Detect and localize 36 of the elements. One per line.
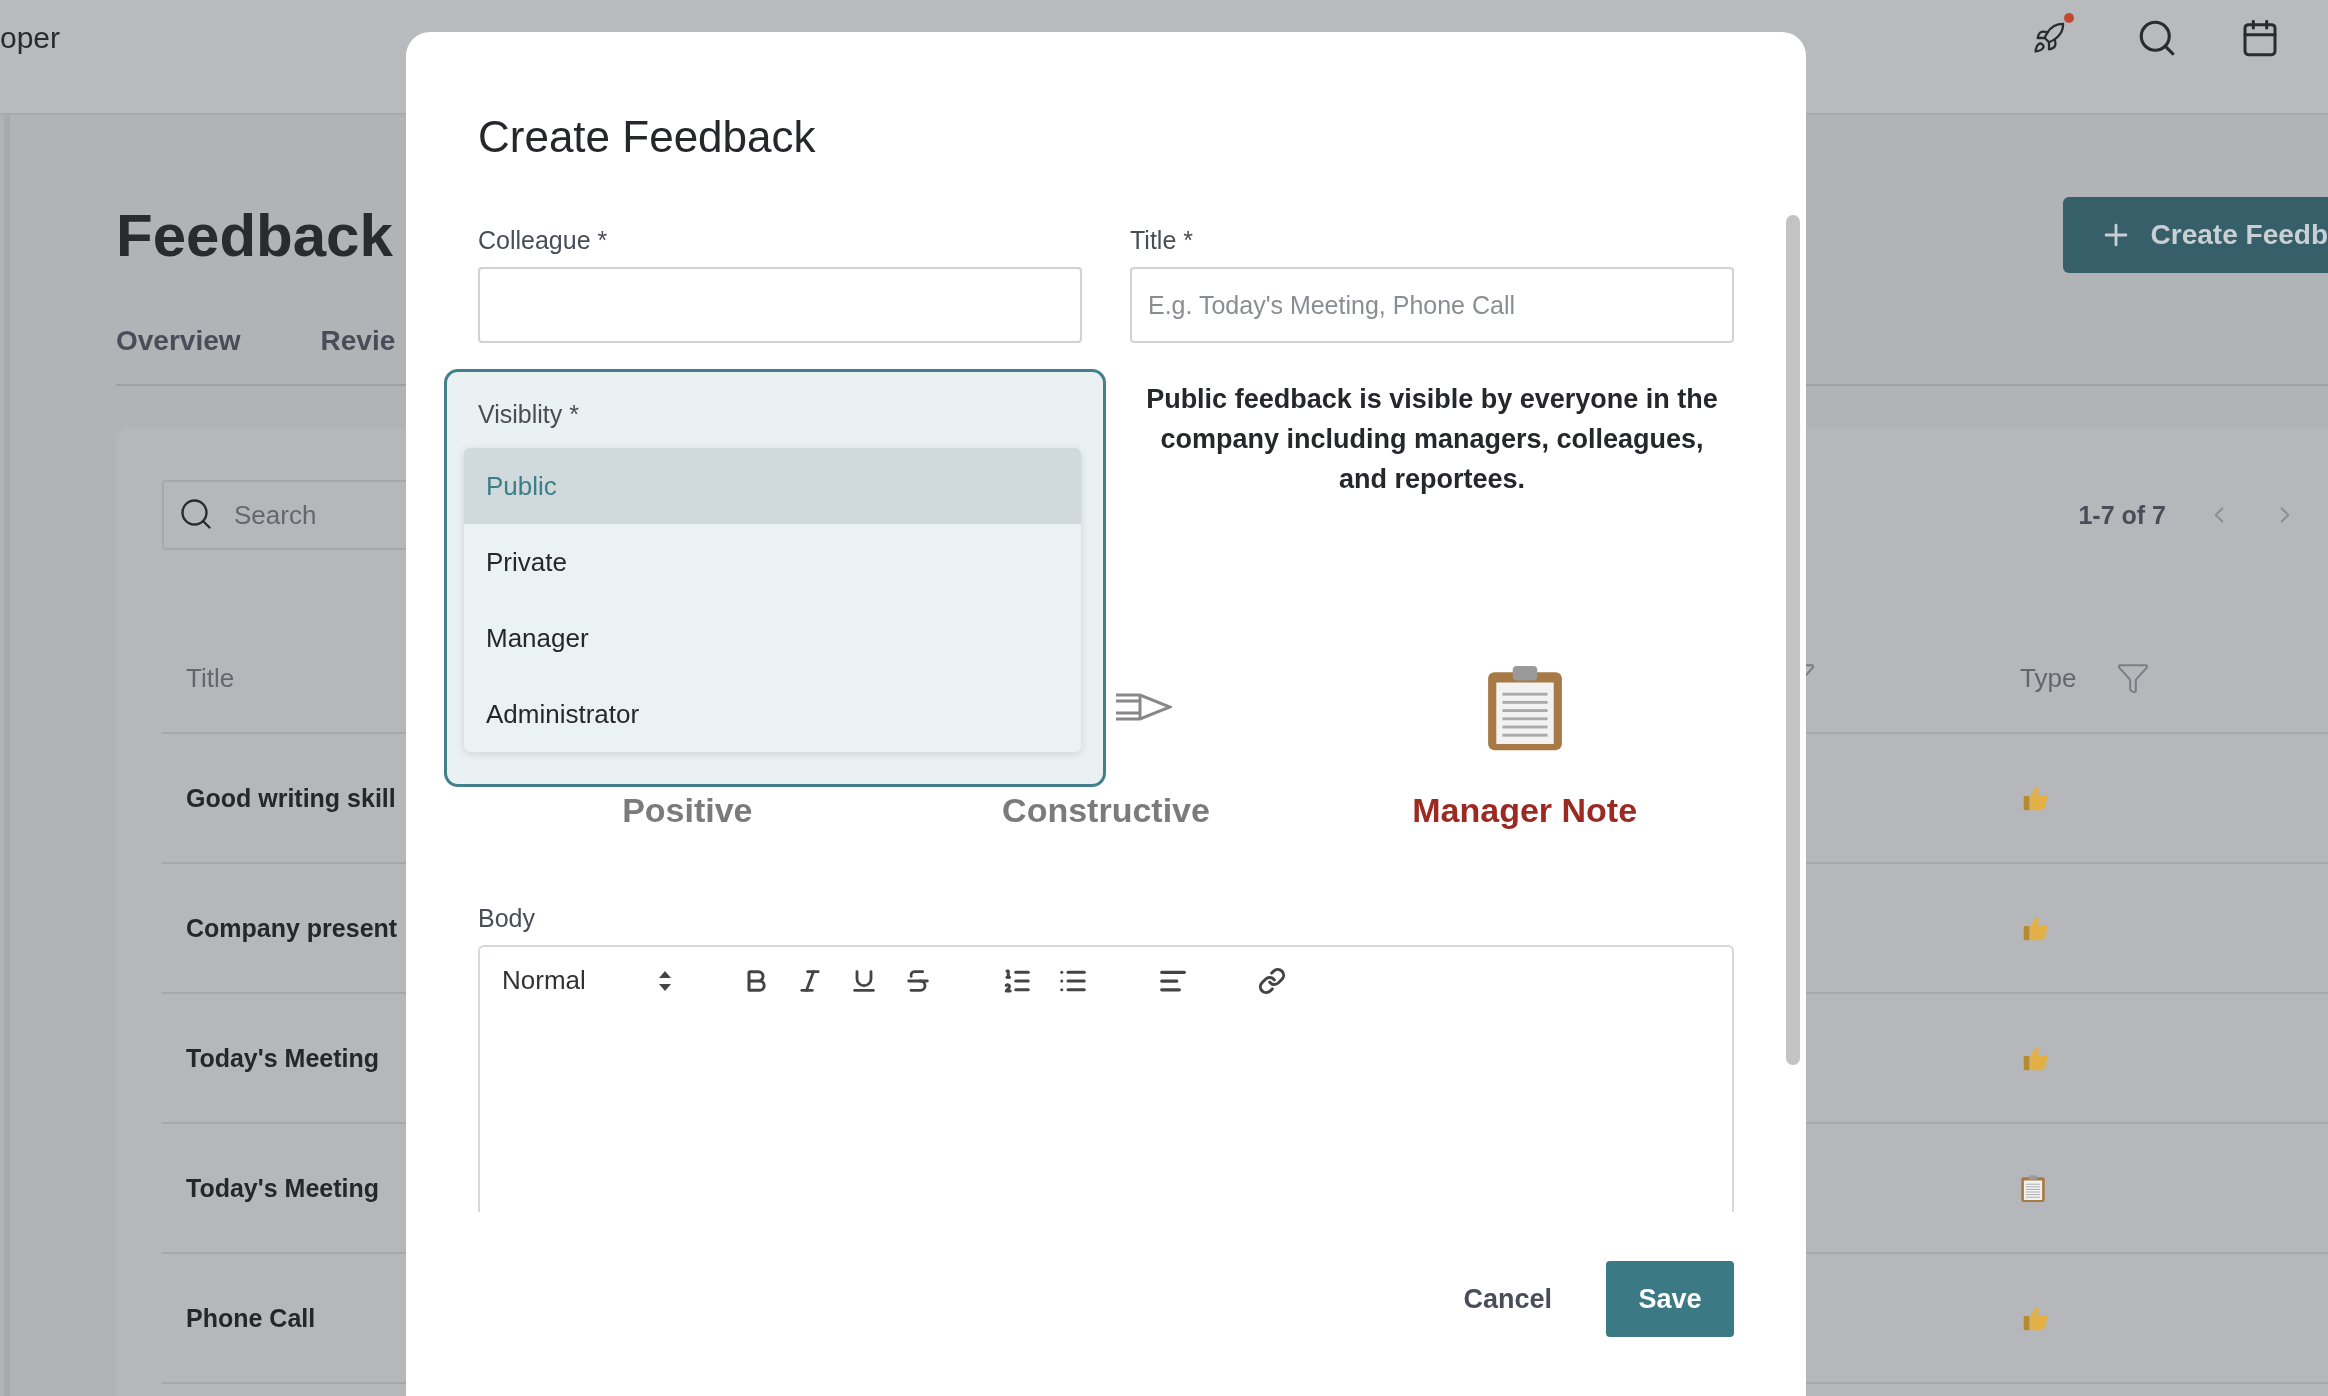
link-icon[interactable] bbox=[1258, 966, 1286, 995]
pagination-range: 1-7 of 7 bbox=[2078, 500, 2166, 530]
table-cell: Phone Call bbox=[186, 1303, 316, 1333]
field-label: Title * bbox=[1130, 226, 1194, 255]
input-field[interactable]: E.g. Today's Meeting, Phone Call bbox=[1130, 267, 1734, 343]
visibility-description: Public feedback is visible by everyone in the company including managers, colleagues, and reportees. bbox=[1145, 383, 1719, 496]
field-label: Visiblity * bbox=[477, 400, 580, 430]
feedback-type-option[interactable]: Manager Note bbox=[1412, 791, 1638, 830]
table-cell: Today's Meeting bbox=[186, 1173, 379, 1203]
up-down-caret-icon[interactable] bbox=[658, 969, 672, 992]
brand-name: oper bbox=[0, 20, 61, 55]
column-header: Type bbox=[2020, 662, 2077, 694]
column-header: Title bbox=[186, 662, 235, 694]
table-cell: Company present bbox=[186, 913, 398, 943]
field-label: Colleague * bbox=[478, 226, 609, 255]
clipboard-icon bbox=[2020, 1173, 2046, 1203]
page-title: Feedback bbox=[116, 200, 393, 270]
field-label: Body bbox=[478, 904, 536, 933]
create-feedback-button[interactable]: Create Feedb bbox=[2062, 197, 2328, 273]
search-icon bbox=[178, 496, 214, 532]
pencil-tip-icon bbox=[1114, 692, 1172, 722]
feedback-type-option[interactable]: Positive bbox=[622, 791, 753, 830]
scrollbar[interactable] bbox=[1786, 215, 1800, 1065]
table-cell: Good writing skill bbox=[186, 783, 396, 813]
input-field[interactable] bbox=[478, 267, 1082, 343]
dialog-title: Create Feedback bbox=[478, 112, 817, 162]
tab[interactable]: Overview bbox=[116, 325, 241, 366]
dropdown-option[interactable]: Administrator bbox=[464, 676, 1081, 752]
visibility-dropdown[interactable]: Visiblity * Public Private Manager Administrator bbox=[444, 369, 1106, 787]
cancel-button[interactable]: Cancel bbox=[1445, 1263, 1570, 1335]
dropdown-option[interactable]: Manager bbox=[464, 600, 1081, 676]
save-button[interactable]: Save bbox=[1606, 1261, 1734, 1337]
table-cell: Today's Meeting bbox=[186, 1043, 379, 1073]
tab[interactable]: Revie bbox=[320, 325, 396, 366]
feedback-type-option[interactable]: Constructive bbox=[1002, 791, 1210, 830]
format-select[interactable]: Normal bbox=[502, 965, 632, 996]
